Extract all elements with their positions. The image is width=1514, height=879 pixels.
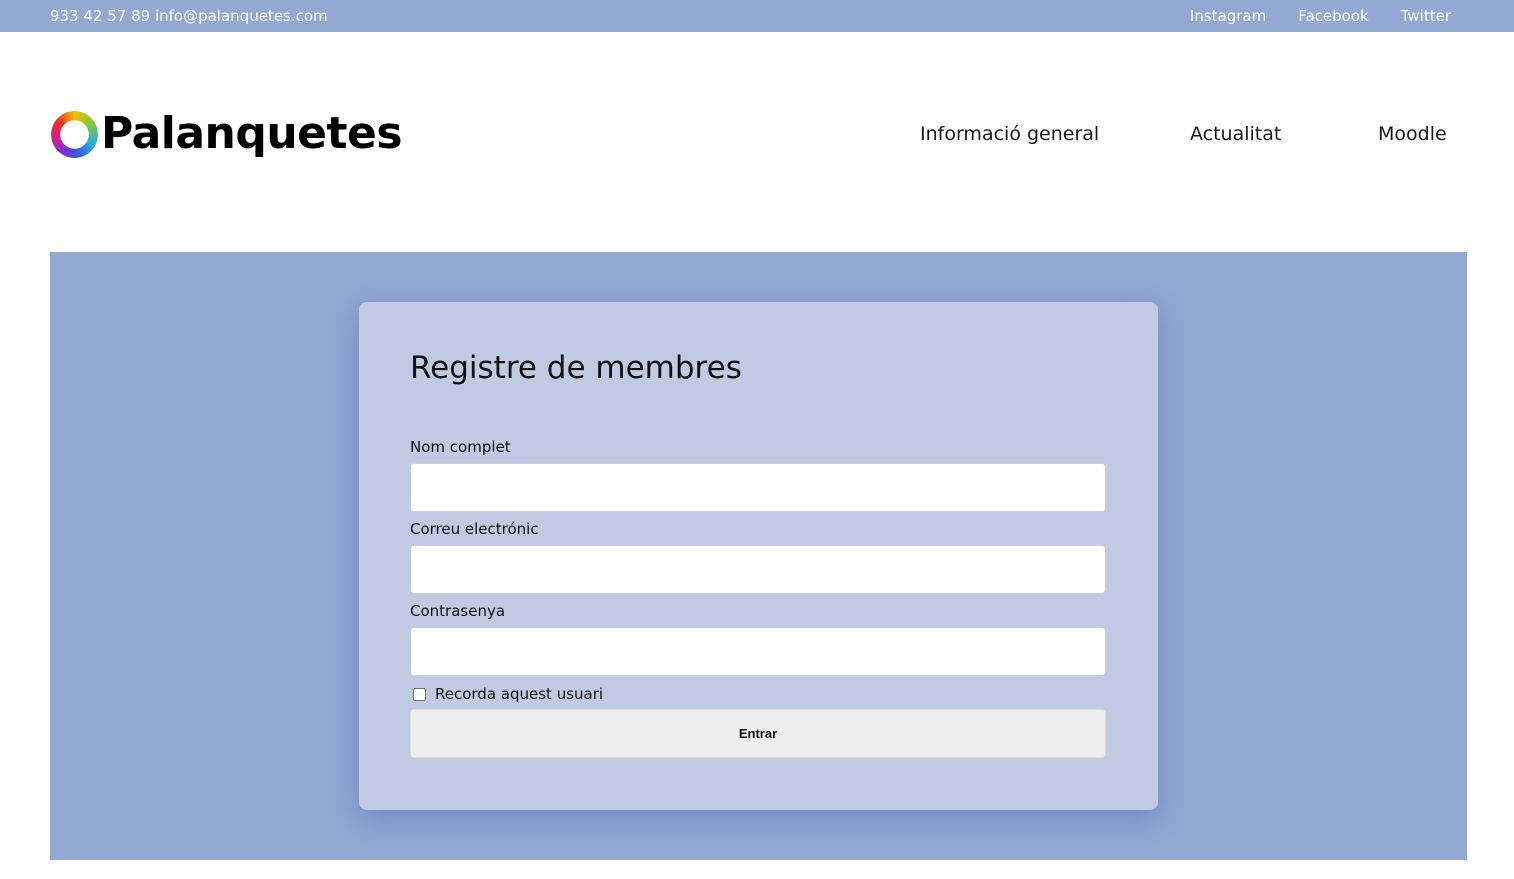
twitter-link[interactable]: Twitter bbox=[1401, 0, 1451, 32]
instagram-link[interactable]: Instagram bbox=[1190, 0, 1266, 32]
social-links: Instagram Facebook Twitter bbox=[1190, 0, 1451, 32]
site-logo[interactable]: Palanquetes bbox=[51, 108, 403, 160]
registration-card: Registre de membres Nom complet Correu e… bbox=[359, 302, 1158, 810]
full-name-input[interactable] bbox=[410, 463, 1106, 512]
password-input[interactable] bbox=[410, 627, 1106, 676]
top-bar: 933 42 57 89 info@palanquetes.com Instag… bbox=[0, 0, 1514, 32]
full-name-label: Nom complet bbox=[410, 438, 511, 456]
contact-info: 933 42 57 89 info@palanquetes.com bbox=[50, 7, 328, 25]
facebook-link[interactable]: Facebook bbox=[1298, 0, 1368, 32]
nav-item-actualitat[interactable]: Actualitat bbox=[1190, 116, 1281, 152]
email-input[interactable] bbox=[410, 545, 1106, 594]
password-label: Contrasenya bbox=[410, 602, 506, 620]
logo-ring-icon bbox=[51, 110, 98, 158]
nav-item-moodle[interactable]: Moodle bbox=[1378, 116, 1447, 152]
remember-checkbox[interactable] bbox=[413, 687, 426, 701]
form-title: Registre de membres bbox=[410, 350, 742, 386]
submit-button[interactable]: Entrar bbox=[410, 709, 1106, 758]
email-label: Correu electrónic bbox=[410, 520, 539, 538]
logo-text: Palanquetes bbox=[101, 108, 403, 159]
remember-label: Recorda aquest usuari bbox=[435, 685, 604, 703]
remember-me: Recorda aquest usuari bbox=[413, 685, 603, 703]
nav-item-informacio-general[interactable]: Informació general bbox=[920, 116, 1099, 152]
